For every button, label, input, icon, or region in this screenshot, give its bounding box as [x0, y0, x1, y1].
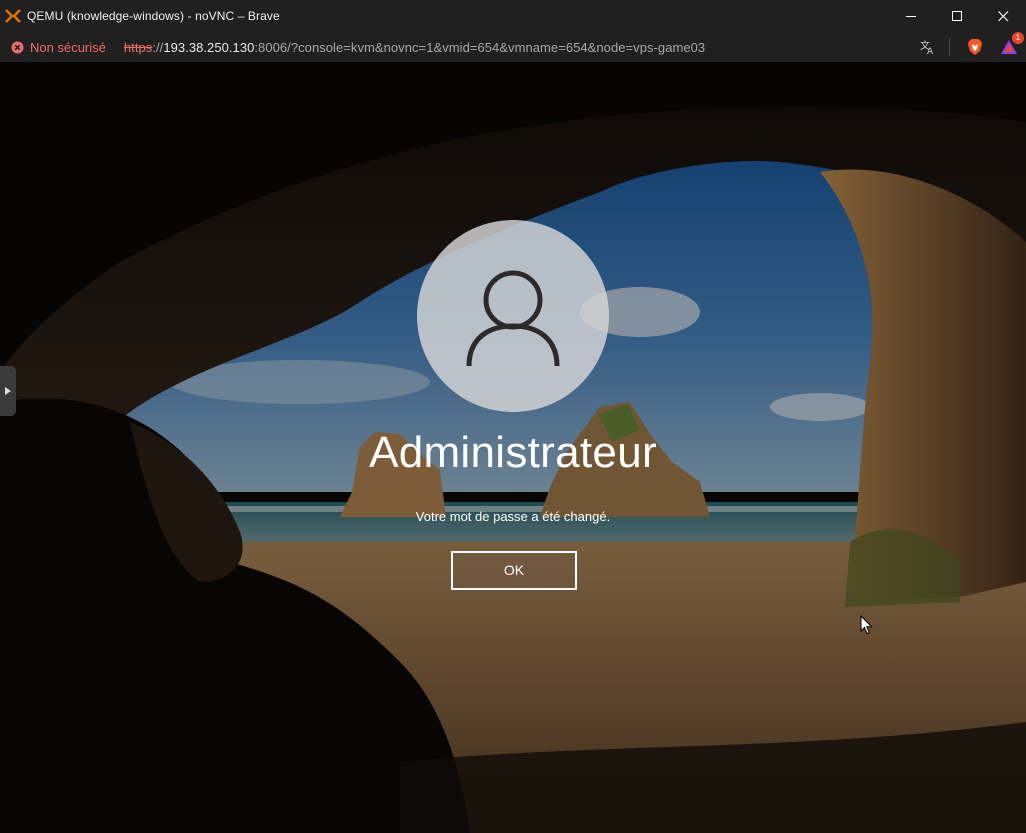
address-bar[interactable]: Non sécurisé https://193.38.250.130:8006… — [0, 32, 1026, 62]
ok-button[interactable]: OK — [451, 551, 577, 590]
mouse-pointer-icon — [860, 615, 873, 635]
translate-icon[interactable]: 文 A — [919, 38, 937, 56]
url-host: 193.38.250.130 — [163, 39, 255, 55]
novnc-control-bar-handle[interactable] — [0, 366, 16, 416]
password-changed-message: Votre mot de passe a été changé. — [415, 509, 611, 524]
url-scheme: https — [123, 39, 153, 55]
url-text[interactable]: https://193.38.250.130:8006/?console=kvm… — [124, 40, 705, 55]
user-avatar — [417, 220, 609, 412]
caret-right-icon — [5, 387, 11, 395]
url-separator: :// — [152, 39, 164, 55]
rewards-badge: 1 — [1012, 32, 1024, 44]
window-title: QEMU (knowledge-windows) - noVNC – Brave — [27, 9, 280, 23]
minimize-icon — [905, 15, 916, 17]
toolbar-divider — [949, 38, 950, 56]
window-titlebar: QEMU (knowledge-windows) - noVNC – Brave — [0, 0, 1026, 32]
brave-shields-icon[interactable] — [966, 38, 984, 56]
maximize-icon — [951, 10, 962, 21]
brave-rewards-icon[interactable]: 1 — [1000, 32, 1024, 56]
not-secure-label[interactable]: Non sécurisé — [30, 40, 106, 55]
vnc-viewport[interactable]: Administrateur Votre mot de passe a été … — [0, 62, 1026, 833]
not-secure-icon[interactable] — [11, 41, 24, 54]
user-silhouette-icon — [466, 270, 560, 367]
proxmox-x-icon — [2, 0, 24, 32]
maximize-button[interactable] — [934, 0, 980, 32]
minimize-button[interactable] — [888, 0, 934, 32]
close-button[interactable] — [980, 0, 1026, 32]
svg-text:A: A — [927, 47, 934, 55]
url-path: :8006/?console=kvm&novnc=1&vmid=654&vmna… — [254, 39, 706, 55]
username-label: Administrateur — [369, 428, 657, 477]
close-icon — [997, 10, 1008, 21]
